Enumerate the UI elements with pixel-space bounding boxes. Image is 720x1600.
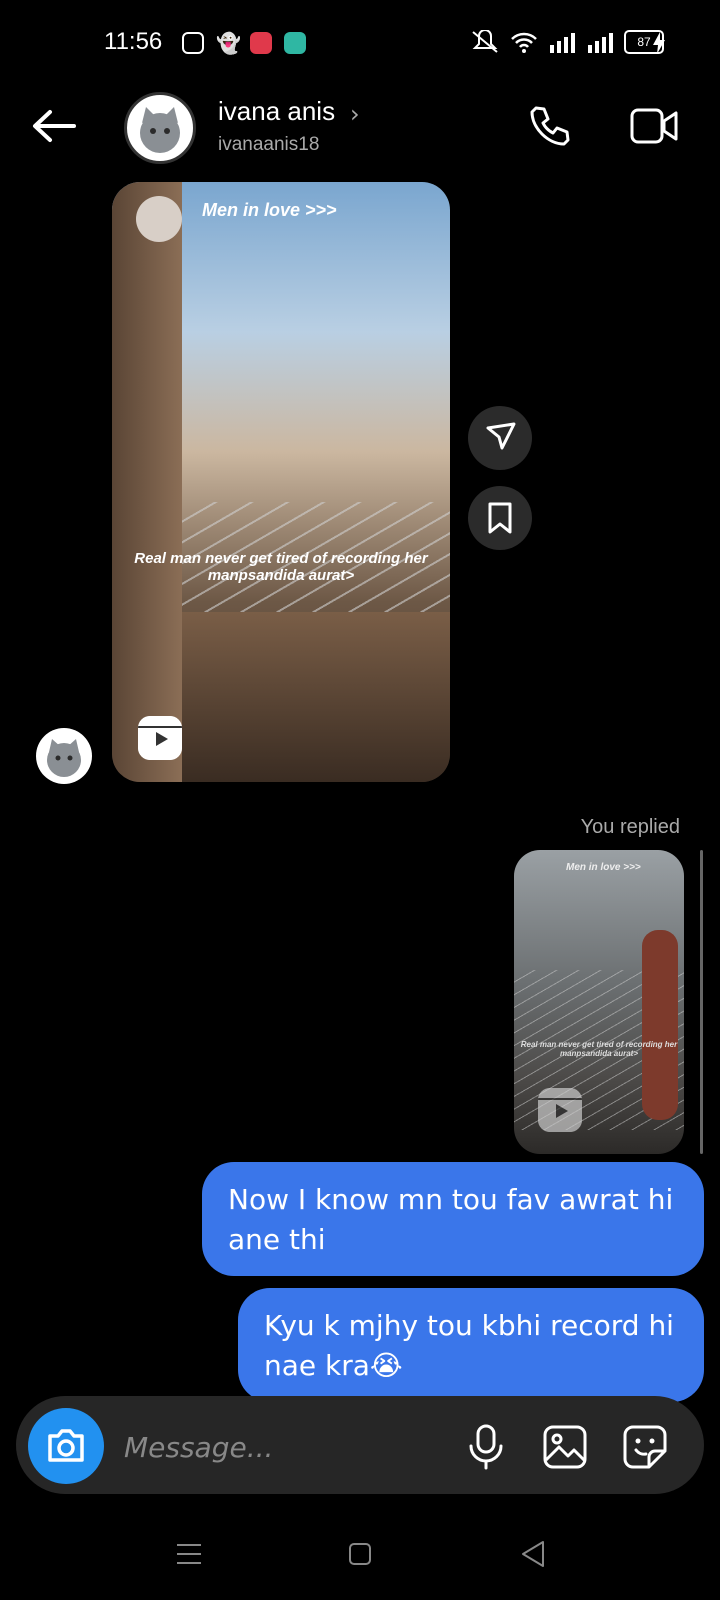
menu-icon[interactable] [176, 1542, 202, 1566]
sticker-icon[interactable] [622, 1424, 668, 1470]
back-arrow-icon[interactable] [30, 108, 78, 144]
reel-background [182, 612, 450, 782]
reels-icon [138, 716, 182, 760]
camera-icon [48, 1429, 84, 1462]
wifi-icon [511, 32, 537, 53]
charging-icon [653, 32, 665, 54]
reply-label: You replied [580, 816, 680, 838]
microphone-icon[interactable] [466, 1424, 506, 1470]
gallery-icon[interactable] [542, 1424, 588, 1470]
signal-icon [550, 33, 575, 53]
message-input[interactable] [122, 1424, 426, 1470]
scrollbar[interactable] [700, 850, 703, 1154]
send-icon [486, 422, 516, 450]
screen-record-icon [250, 32, 272, 54]
reel-title: Men in love >>> [566, 862, 641, 873]
status-right-icons: 87 [470, 30, 664, 54]
sender-avatar[interactable] [36, 728, 92, 784]
share-reel-button[interactable] [468, 406, 532, 470]
reel-caption: Real man never get tired of recording he… [134, 550, 428, 584]
status-time: 11:56 [104, 28, 163, 55]
cat-avatar-icon [140, 107, 180, 153]
app-icon [284, 32, 306, 54]
phone-call-icon[interactable] [528, 104, 572, 148]
snapchat-icon: 👻 [216, 31, 241, 55]
home-icon[interactable] [348, 1542, 372, 1566]
replied-reel[interactable]: Men in love >>> Real man never get tired… [514, 850, 684, 1154]
reel-owner-avatar[interactable] [136, 196, 182, 242]
reel-background [112, 182, 182, 782]
cat-avatar-icon [47, 739, 81, 777]
contact-username: ivanaanis18 [218, 134, 320, 155]
save-reel-button[interactable] [468, 486, 532, 550]
bookmark-icon [488, 502, 512, 534]
mute-icon [472, 30, 498, 53]
video-call-icon[interactable] [630, 104, 678, 148]
camera-button[interactable] [28, 1408, 104, 1484]
reel-caption: Real man never get tired of recording he… [520, 1040, 678, 1058]
nav-back-icon[interactable] [520, 1540, 546, 1568]
signal-icon [588, 33, 613, 53]
chevron-right-icon[interactable]: › [350, 100, 360, 128]
reel-background [642, 930, 678, 1120]
contact-avatar[interactable] [124, 92, 196, 164]
reels-icon [538, 1088, 582, 1132]
message-bubble[interactable]: Kyu k mjhy tou kbhi record hi nae kra😭 [238, 1288, 704, 1402]
reel-title: Men in love >>> [202, 200, 337, 220]
message-bubble[interactable]: Now I know mn tou fav awrat hi ane thi [202, 1162, 704, 1276]
instagram-icon [182, 32, 204, 54]
contact-name[interactable]: ivana anis [218, 96, 335, 127]
shared-reel[interactable]: Men in love >>> Real man never get tired… [112, 182, 450, 782]
